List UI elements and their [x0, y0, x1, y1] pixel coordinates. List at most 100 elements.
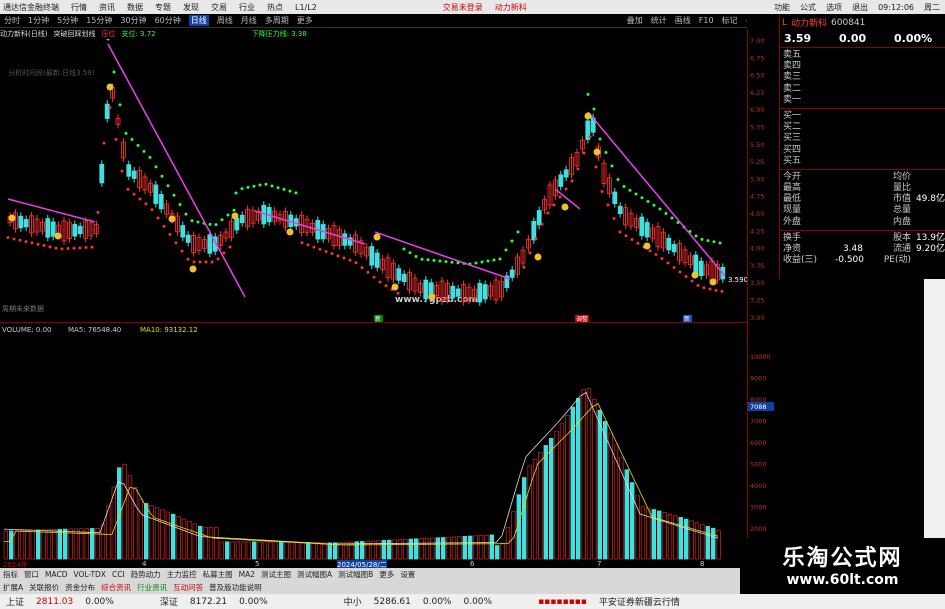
price-chart[interactable]: 分析时间段(最新:日线3.59) 周期未来数据 www.7gpzb.com 3.…	[0, 37, 748, 323]
tab-monthly[interactable]: 月线	[241, 15, 257, 26]
menu-formula[interactable]: 公式	[800, 2, 816, 13]
tab-industry-info[interactable]: 行业资讯	[137, 582, 167, 593]
ask-label: 卖二	[783, 83, 802, 94]
volume-tick-label: 3000	[750, 504, 767, 512]
support-dot	[348, 258, 352, 262]
tab-ext-a[interactable]: 扩展A	[3, 582, 23, 593]
tab-qa[interactable]: 互动问答	[173, 582, 203, 593]
resistance-dot	[658, 207, 662, 211]
menu-item-level2[interactable]: L1/L2	[295, 3, 317, 12]
stat-val: 49.8亿	[915, 194, 945, 205]
stat-key: 收益(三)	[783, 255, 818, 266]
tab-vol-tdx[interactable]: VOL-TDX	[73, 570, 105, 579]
support-dot	[588, 135, 592, 139]
tab-multi-period[interactable]: 多周期	[265, 15, 289, 26]
tab-fund-dist[interactable]: 资金分布	[65, 582, 95, 593]
index1-change: 0.00%	[85, 596, 114, 607]
tab-private-main[interactable]: 私募主图	[203, 569, 233, 580]
down-pressure-label: 下降压力线: 3.38	[251, 30, 307, 38]
volume-bar	[289, 541, 295, 560]
tab-weekly[interactable]: 周线	[217, 15, 233, 26]
volume-bar	[694, 522, 700, 560]
support-dot	[648, 249, 652, 253]
tool-draw[interactable]: 画线	[675, 15, 691, 26]
tab-5min[interactable]: 5分钟	[57, 15, 78, 26]
tab-daily[interactable]: 日线	[188, 15, 209, 26]
quote-price: 3.59	[784, 31, 812, 45]
tab-more[interactable]: 更多	[379, 569, 394, 580]
tab-cci[interactable]: CCI	[112, 570, 125, 579]
tab-help[interactable]: 普及版功能说明	[209, 582, 262, 593]
tool-minus[interactable]: -	[746, 16, 747, 25]
candle-body	[158, 194, 164, 210]
bid-row: 买四	[780, 145, 945, 156]
stat-key: 换手	[783, 232, 802, 243]
index2-name[interactable]: 深证	[160, 595, 178, 608]
tab-60min[interactable]: 60分钟	[155, 15, 181, 26]
support-dot	[666, 261, 670, 265]
side-tool-strip[interactable]	[924, 279, 945, 539]
support-dot	[378, 280, 382, 284]
menu-item-news[interactable]: 资讯	[99, 2, 115, 13]
tab-timeshare[interactable]: 分时	[4, 15, 20, 26]
menu-options[interactable]: 选项	[826, 2, 842, 13]
support-dot	[618, 230, 622, 234]
clock: 09:12:06	[878, 2, 914, 12]
promo-link[interactable]: 动力新科	[495, 2, 527, 13]
support-dot	[708, 287, 712, 291]
stat-val	[835, 217, 863, 228]
tab-trend-power[interactable]: 趋势动力	[131, 569, 161, 580]
volume-bar	[8, 530, 14, 560]
tool-mark[interactable]: 标记	[722, 15, 738, 26]
tool-f10[interactable]: F10	[699, 16, 714, 25]
volume-bar	[489, 534, 494, 560]
volume-chart[interactable]: VOLUME: 0.00 MA5: 76548.40 MA10: 93132.1…	[0, 322, 747, 560]
menu-function[interactable]: 功能	[774, 2, 790, 13]
price-tick-label: 6.75	[750, 54, 764, 62]
volume-bar	[46, 529, 52, 560]
tab-test-sub-b[interactable]: 测试幅图B	[338, 569, 373, 580]
tab-related-quote[interactable]: 关联报价	[29, 582, 59, 593]
tab-more[interactable]: 更多	[297, 15, 313, 26]
menu-exit[interactable]: 退出	[852, 2, 868, 13]
broker-name: 平安证券新疆云行情	[598, 598, 680, 608]
tab-test-sub-a[interactable]: 测试幅图A	[297, 569, 332, 580]
menu-item-trade[interactable]: 交易	[211, 2, 227, 13]
support-dot	[84, 246, 88, 250]
menu-item-data[interactable]: 数据	[127, 2, 143, 13]
tab-window[interactable]: 窗口	[24, 569, 39, 580]
tool-stats[interactable]: 统计	[651, 15, 667, 26]
tab-30min[interactable]: 30分钟	[120, 15, 146, 26]
stat-val: 3.48	[842, 244, 863, 254]
tab-settings[interactable]: 设置	[400, 569, 415, 580]
menu-item-topic[interactable]: 专题	[155, 2, 171, 13]
price-tick-label: 5.25	[750, 158, 764, 166]
tool-overlay[interactable]: 叠加	[627, 15, 643, 26]
tab-1min[interactable]: 1分钟	[28, 15, 49, 26]
menu-item-discover[interactable]: 发现	[183, 2, 199, 13]
index3-name[interactable]: 中小	[344, 595, 362, 608]
resistance-dot	[586, 92, 590, 96]
volume-bar	[214, 527, 219, 560]
tab-composite-info[interactable]: 综合资讯	[101, 582, 131, 593]
resistance-dot	[160, 174, 164, 178]
chart-note-top: 分析时间段(最新:日线3.59)	[8, 68, 95, 77]
volume-bar	[397, 539, 403, 560]
support-dot	[522, 265, 526, 269]
weekday: 周二	[924, 2, 940, 12]
index1-name[interactable]: 上证	[6, 595, 24, 608]
tab-main-monitor[interactable]: 主力监控	[167, 569, 197, 580]
quote-change: 0.00	[839, 31, 867, 45]
tab-15min[interactable]: 15分钟	[86, 15, 112, 26]
menu-item-industry[interactable]: 行业	[239, 2, 255, 13]
quote-pct: 0.00%	[894, 31, 933, 45]
support-dot	[24, 240, 28, 244]
tab-test-main[interactable]: 测试主图	[261, 569, 291, 580]
tab-ma2[interactable]: MA2	[239, 570, 255, 579]
trade-login-link[interactable]: 交易未登录	[443, 2, 483, 13]
indicator-name[interactable]: 突破回踩划线	[53, 29, 95, 39]
menu-item-quote[interactable]: 行情	[71, 2, 87, 13]
tab-indicator[interactable]: 指标	[3, 569, 18, 580]
tab-macd[interactable]: MACD	[45, 570, 67, 579]
menu-item-hot[interactable]: 热点	[267, 2, 283, 13]
